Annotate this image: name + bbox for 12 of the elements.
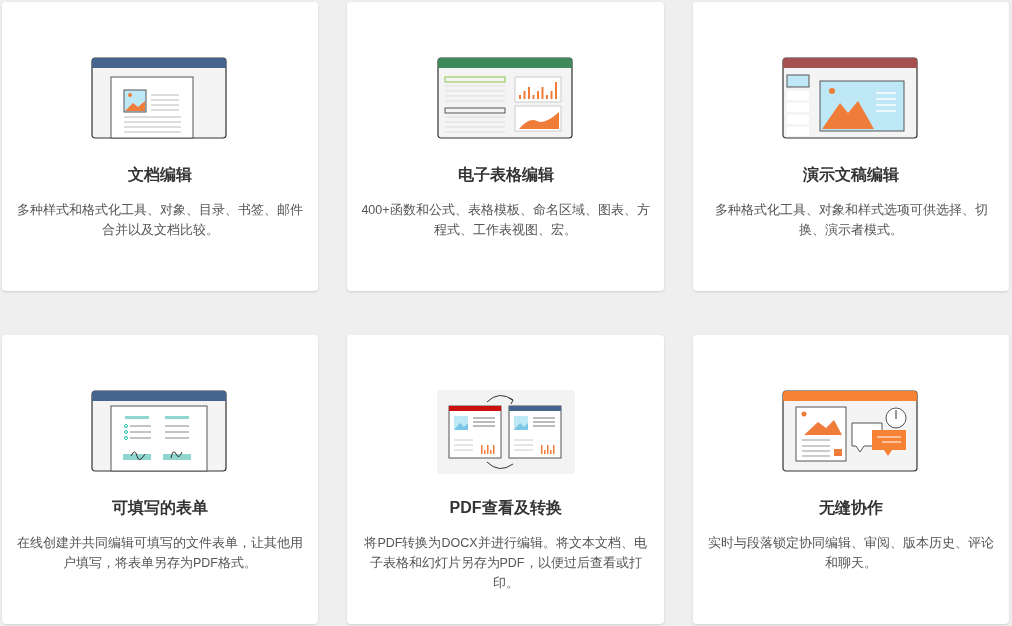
feature-title: 可填写的表单 (112, 498, 208, 518)
feature-title: 文档编辑 (128, 165, 192, 185)
feature-title: 电子表格编辑 (457, 165, 554, 185)
feature-description: 多种样式和格式化工具、对象、目录、书签、邮件合并以及文档比较。 (16, 202, 304, 239)
feature-description: 400+函数和公式、表格模板、命名区域、图表、方程式、工作表视图、宏。 (360, 202, 651, 239)
feature-description: 实时与段落锁定协同编辑、审阅、版本历史、评论和聊天。 (707, 535, 995, 572)
feature-description: 将PDF转换为DOCX并进行编辑。将文本文档、电子表格和幻灯片另存为PDF，以便过后查看或打印。 (363, 535, 648, 592)
feature-title: 演示文稿编辑 (803, 165, 899, 185)
feature-description: 在线创建并共同编辑可填写的文件表单，让其他用户填写，将表单另存为PDF格式。 (16, 535, 304, 572)
feature-description: 多种格式化工具、对象和样式选项可供选择、切换、演示者模式。 (713, 202, 989, 239)
feature-title: 无缝协作 (819, 498, 883, 518)
feature-title: PDF查看及转换 (449, 498, 562, 518)
